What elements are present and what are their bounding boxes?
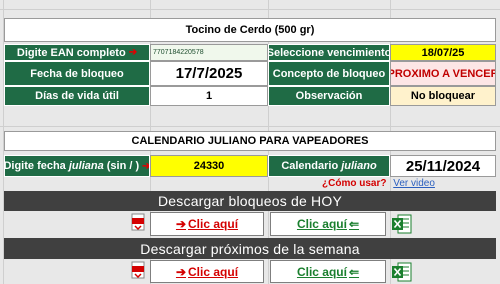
pdf-icon[interactable]: [131, 261, 145, 279]
fecha-juliana-label-italic: juliana: [68, 160, 104, 172]
pdf-week-button[interactable]: ➔ Clic aquí: [150, 260, 264, 283]
grid-line: [0, 126, 500, 127]
pdf-week-label: Clic aquí: [188, 264, 239, 279]
arrow-left-icon: ⇐: [348, 264, 360, 279]
vencimiento-label: Seleccione vencimiento: [268, 44, 390, 61]
product-title: Tocino de Cerdo (500 gr): [4, 18, 496, 42]
arrow-right-icon: ➔: [175, 217, 187, 231]
help-question: ¿Cómo usar?: [322, 178, 387, 189]
ean-label: Digite EAN completo: [16, 46, 126, 59]
calendario-juliano-label: Calendario juliano: [268, 155, 390, 177]
arrow-right-icon: ➔: [142, 160, 150, 172]
fecha-juliana-label: Digite fecha juliana (sin / ) ➔: [4, 155, 150, 177]
excel-today-button[interactable]: Clic aquí ⇐: [270, 212, 386, 236]
excel-today-label: Clic aquí: [296, 217, 347, 231]
download-week-bar: Descargar próximos de la semana: [4, 238, 496, 259]
ean-field[interactable]: 7707184220578: [150, 44, 268, 61]
ean-label-cell: Digite EAN completo ➔: [4, 44, 150, 61]
fecha-juliana-input[interactable]: 24330: [150, 155, 268, 177]
calendario-juliano-value: 25/11/2024: [390, 155, 496, 177]
download-today-bar: Descargar bloqueos de HOY: [4, 191, 496, 211]
juliano-title: CALENDARIO JULIANO PARA VAPEADORES: [4, 131, 496, 151]
concepto-label: Concepto de bloqueo: [268, 61, 390, 86]
grid-line: [0, 9, 500, 10]
fecha-bloqueo-label: Fecha de bloqueo: [4, 61, 150, 86]
excel-week-label: Clic aquí: [296, 264, 347, 279]
arrow-right-icon: ➔: [175, 264, 187, 279]
video-link[interactable]: Ver video: [393, 178, 435, 189]
arrow-left-icon: ⇐: [348, 217, 360, 231]
dias-value: 1: [150, 86, 268, 106]
dias-label: Días de vida útil: [4, 86, 150, 106]
calendario-label-text: Calendario: [281, 160, 342, 172]
observacion-value: No bloquear: [390, 86, 496, 106]
calendario-label-italic: juliano: [341, 160, 377, 172]
pdf-icon[interactable]: [131, 213, 145, 231]
pdf-today-button[interactable]: ➔ Clic aquí: [150, 212, 264, 236]
arrow-right-icon: ➔: [128, 47, 138, 58]
pdf-today-label: Clic aquí: [188, 217, 239, 231]
observacion-label: Observación: [268, 86, 390, 106]
fecha-bloqueo-value: 17/7/2025: [150, 61, 268, 86]
vencimiento-select[interactable]: 18/07/25: [390, 44, 496, 61]
fecha-juliana-label-text: Digite fecha: [4, 160, 69, 172]
excel-icon[interactable]: [391, 213, 413, 235]
excel-week-button[interactable]: Clic aquí ⇐: [270, 260, 386, 283]
excel-icon[interactable]: [391, 261, 413, 283]
fecha-juliana-label-suffix: (sin / ): [103, 160, 140, 172]
concepto-value: PROXIMO A VENCER: [390, 61, 496, 86]
help-row: ¿Cómo usar? Ver video: [322, 178, 435, 189]
